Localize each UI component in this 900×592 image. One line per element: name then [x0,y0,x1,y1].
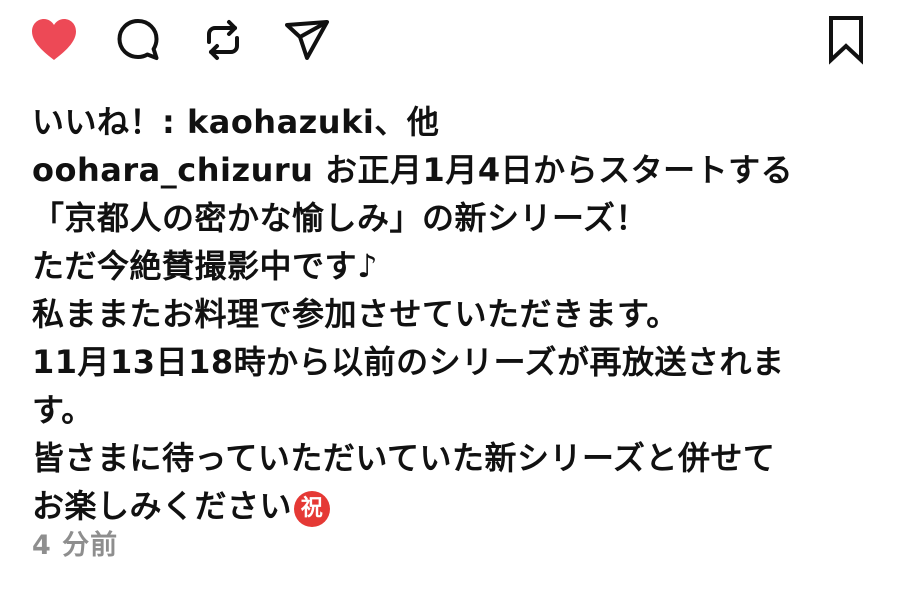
caption-text-line-6: す。 [32,391,94,429]
caption-text-line-2: 「京都人の密かな愉しみ」の新シリーズ！ [32,199,648,237]
caption-text-line-7: 皆さまに待っていただいていた新シリーズと併せて [32,439,776,477]
author-username[interactable]: oohara_chizuru [32,151,313,189]
caption-first-line: oohara_chizuru お正月1月4日からスタートする [32,146,872,194]
caption-text-line-3: ただ今絶賛撮影中です♪ [32,247,378,285]
caption-text-line-1: お正月1月4日からスタートする [313,151,794,189]
caption-text-line-5: 11月13日18時から以前のシリーズが再放送されま [32,343,785,381]
likes-summary[interactable]: いいね！: kaohazuki、他 [32,98,872,146]
caption-last-line: お楽しみください祝 [32,482,872,530]
bookmark-icon[interactable] [824,14,868,66]
share-paper-plane-icon[interactable] [283,16,333,64]
repost-icon[interactable] [199,16,247,64]
like-heart-icon[interactable] [28,16,80,64]
caption-text-line-8: お楽しみください [32,487,293,525]
comment-icon[interactable] [114,16,162,64]
post-action-bar [0,0,900,80]
post-caption: いいね！: kaohazuki、他 oohara_chizuru お正月1月4日… [32,98,872,530]
caption-text-line-4: 私ままたお料理で参加させていただきます。 [32,295,679,333]
congratulations-emoji-icon: 祝 [294,491,331,527]
post-timestamp: 4 分前 [32,530,119,561]
